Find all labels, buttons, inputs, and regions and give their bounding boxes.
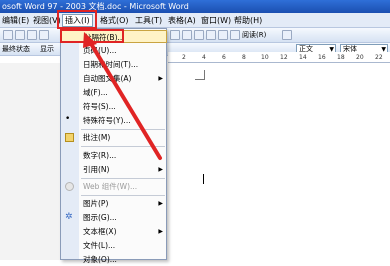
comment-icon [65, 133, 74, 142]
ruler-tick: 2 [182, 54, 186, 61]
toolbar-icon-c[interactable] [194, 30, 204, 40]
ruler-tick: 6 [222, 54, 226, 61]
submenu-arrow-icon: ▶ [158, 228, 163, 235]
standard-toolbar: 阅读(R) [0, 28, 390, 43]
menu-item-textbox[interactable]: 文本框(X) ▶ [61, 225, 167, 238]
menu-separator [81, 129, 165, 130]
ruler-tick: 8 [242, 54, 246, 61]
ruler-tick: 16 [318, 54, 326, 61]
ruler-tick: 18 [337, 54, 345, 61]
menu-window[interactable]: 窗口(W) [199, 15, 233, 26]
left-margin-area [0, 63, 60, 260]
styles-pane-icon[interactable] [282, 30, 292, 40]
menu-item-label: 引用(N) [83, 165, 110, 174]
menu-item-label: 符号(S)... [83, 102, 116, 111]
toolbar-icon-d[interactable] [206, 30, 216, 40]
menu-table[interactable]: 表格(A) [166, 15, 198, 26]
menu-item-label: 特殊符号(Y)... [83, 116, 131, 125]
menu-item-date-time[interactable]: 日期和时间(T)... [61, 58, 167, 71]
permission-icon[interactable] [15, 30, 25, 40]
read-icon[interactable] [230, 30, 240, 40]
annotation-highlight-break [60, 29, 124, 43]
menu-separator [81, 146, 165, 147]
ruler-tick: 22 [375, 54, 383, 61]
menu-item-picture[interactable]: 图片(P) ▶ [61, 197, 167, 210]
menu-item-label: 域(F)... [83, 88, 108, 97]
menu-item-file[interactable]: 文件(L)... [61, 239, 167, 252]
menu-item-diagram[interactable]: ✲ 图示(G)... [61, 211, 167, 224]
menu-item-symbol[interactable]: 符号(S)... [61, 100, 167, 113]
text-cursor [203, 174, 204, 184]
print-icon[interactable] [27, 30, 37, 40]
menu-item-reference[interactable]: 引用(N) ▶ [61, 163, 167, 176]
menu-item-label: Web 组件(W)... [83, 182, 138, 191]
ruler-tick: 20 [356, 54, 364, 61]
menu-item-comment[interactable]: 批注(M) [61, 131, 167, 144]
final-state-label[interactable]: 最终状态 [2, 44, 30, 55]
margin-corner-mark [204, 70, 205, 80]
bullet-icon: • [65, 114, 71, 124]
insert-menu-dropdown: 分隔符(B)... 页码(U)... 日期和时间(T)... 自动图文集(A) … [60, 28, 167, 264]
menu-item-label: 数字(R)... [83, 151, 117, 160]
menu-item-web-component: Web 组件(W)... [61, 180, 167, 193]
menu-item-label: 文本框(X) [83, 227, 117, 236]
web-component-icon [65, 182, 74, 191]
show-button[interactable]: 显示 [40, 44, 54, 55]
ruler-tick: 12 [280, 54, 288, 61]
menu-tools[interactable]: 工具(T) [133, 15, 164, 26]
menu-help[interactable]: 帮助(H) [232, 15, 264, 26]
menu-item-label: 图片(P) [83, 199, 109, 208]
menu-item-page-numbers[interactable]: 页码(U)... [61, 44, 167, 57]
ruler-tick: 14 [299, 54, 307, 61]
ruler-tick: 10 [261, 54, 269, 61]
menu-item-number[interactable]: 数字(R)... [61, 149, 167, 162]
horizontal-ruler[interactable]: 2 4 6 8 10 12 14 16 18 20 22 [168, 52, 390, 63]
menu-item-autotext[interactable]: 自动图文集(A) ▶ [61, 72, 167, 85]
toolbar-icon-e[interactable] [218, 30, 228, 40]
menu-item-label: 日期和时间(T)... [83, 60, 139, 69]
toolbar-icon-a[interactable] [170, 30, 180, 40]
menu-item-label: 图示(G)... [83, 213, 117, 222]
annotation-highlight-insert [57, 10, 97, 29]
save-icon[interactable] [3, 30, 13, 40]
menu-separator [81, 195, 165, 196]
menu-edit[interactable]: 编辑(E) [0, 15, 31, 26]
read-button[interactable]: 阅读(R) [242, 30, 266, 41]
menu-item-label: 文件(L)... [83, 241, 116, 250]
diagram-icon: ✲ [65, 212, 73, 222]
menu-item-label: 自动图文集(A) [83, 74, 132, 83]
preview-icon[interactable] [39, 30, 49, 40]
menu-format[interactable]: 格式(O) [98, 15, 131, 26]
toolbar-icon-b[interactable] [182, 30, 192, 40]
submenu-arrow-icon: ▶ [158, 166, 163, 173]
menu-item-label: 页码(U)... [83, 46, 117, 55]
ruler-tick: 4 [202, 54, 206, 61]
menu-separator [81, 178, 165, 179]
menu-item-special-symbol[interactable]: • 特殊符号(Y)... [61, 114, 167, 127]
submenu-arrow-icon: ▶ [158, 200, 163, 207]
submenu-arrow-icon: ▶ [158, 75, 163, 82]
menu-item-field[interactable]: 域(F)... [61, 86, 167, 99]
menu-item-label: 批注(M) [83, 133, 111, 142]
